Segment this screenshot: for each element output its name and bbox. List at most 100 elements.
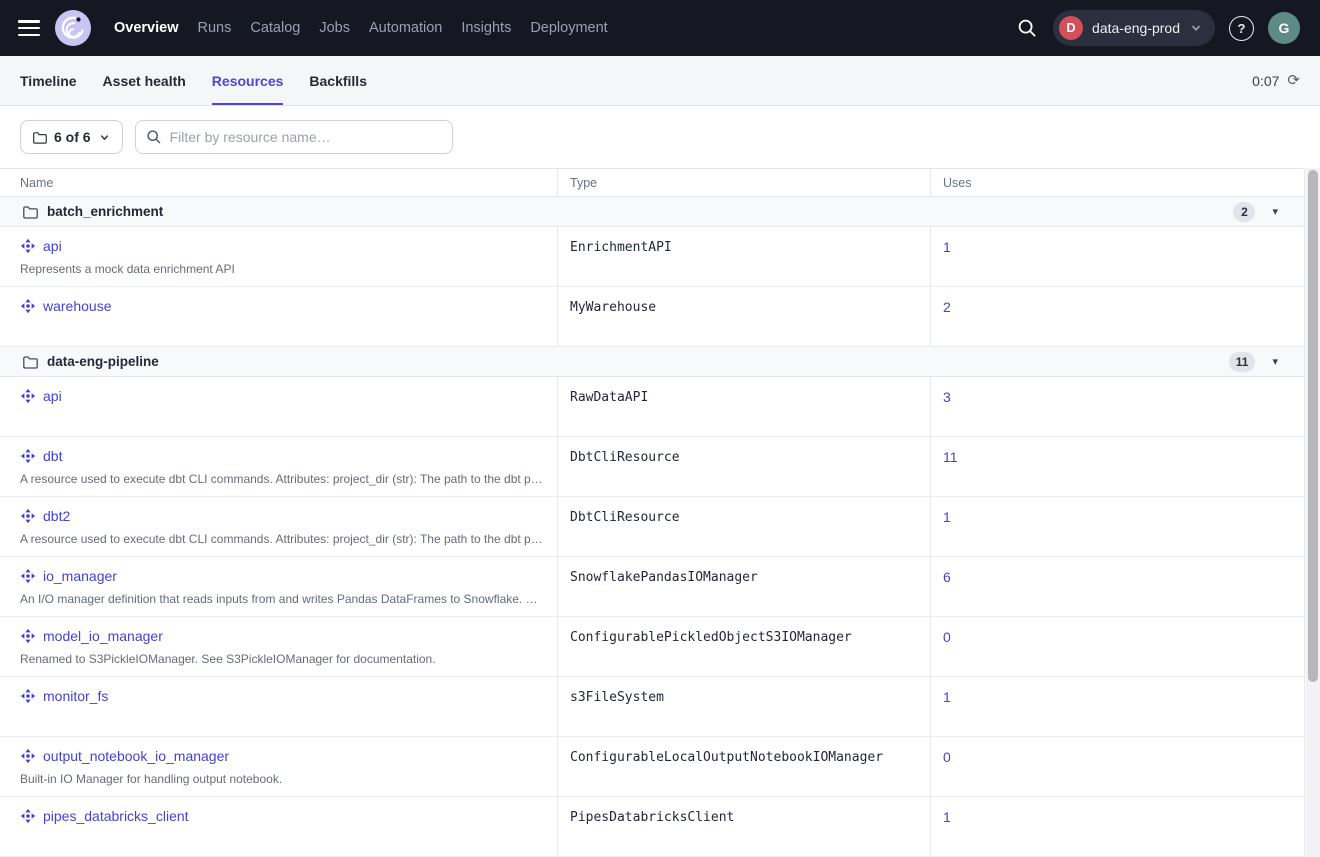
nav-right: D data-eng-prod ? G <box>1015 10 1300 46</box>
resource-uses-link[interactable]: 1 <box>943 689 951 705</box>
code-location-filter-button[interactable]: 6 of 6 <box>20 120 123 154</box>
search-icon[interactable] <box>1015 16 1039 40</box>
table-body: batch_enrichment 2 ▾ api Represents a mo… <box>0 197 1304 857</box>
collapse-caret-icon[interactable]: ▾ <box>1272 206 1278 217</box>
folder-icon <box>22 204 38 220</box>
resource-description: A resource used to execute dbt CLI comma… <box>20 532 545 546</box>
resource-type: ConfigurableLocalOutputNotebookIOManager <box>557 737 930 796</box>
group-count-badge: 2 <box>1233 202 1255 222</box>
resource-search-input[interactable] <box>170 129 442 145</box>
resource-icon <box>20 568 36 584</box>
table-row-model-io-manager[interactable]: model_io_manager Renamed to S3PickleIOMa… <box>0 617 1304 677</box>
resource-icon <box>20 388 36 404</box>
table-row-api[interactable]: api RawDataAPI 3 <box>0 377 1304 437</box>
table-row-api[interactable]: api Represents a mock data enrichment AP… <box>0 227 1304 287</box>
nav-item-deployment[interactable]: Deployment <box>530 20 607 36</box>
resource-icon <box>20 808 36 824</box>
resource-name-link[interactable]: output_notebook_io_manager <box>43 748 229 764</box>
tab-bar-right: 0:07 ⟳ <box>1252 56 1300 105</box>
top-nav: Overview Runs Catalog Jobs Automation Insight… <box>0 0 1320 56</box>
resource-name-link[interactable]: warehouse <box>43 298 112 314</box>
table-row-dbt[interactable]: dbt A resource used to execute dbt CLI c… <box>0 437 1304 497</box>
table-row-warehouse[interactable]: warehouse MyWarehouse 2 <box>0 287 1304 347</box>
resource-name-link[interactable]: model_io_manager <box>43 628 163 644</box>
tab-timeline[interactable]: Timeline <box>20 56 77 105</box>
chevron-down-icon <box>98 131 111 144</box>
resource-type: DbtCliResource <box>557 437 930 496</box>
hamburger-menu-icon[interactable] <box>18 20 42 36</box>
resources-table: Name Type Uses batch_enrichment 2 ▾ api <box>0 168 1305 857</box>
tab-asset-health[interactable]: Asset health <box>103 56 186 105</box>
dagster-logo-icon[interactable] <box>54 9 92 47</box>
resource-uses-link[interactable]: 6 <box>943 569 951 585</box>
resource-uses-link[interactable]: 0 <box>943 629 951 645</box>
resource-type: PipesDatabricksClient <box>557 797 930 856</box>
column-header-type: Type <box>557 169 930 196</box>
resource-type: EnrichmentAPI <box>557 227 930 286</box>
chevron-down-icon <box>1189 21 1203 35</box>
nav-item-automation[interactable]: Automation <box>369 20 442 36</box>
nav-item-runs[interactable]: Runs <box>198 20 232 36</box>
filter-bar: 6 of 6 <box>0 106 1320 168</box>
refresh-icon[interactable]: ⟳ <box>1287 73 1300 88</box>
table-row-output-notebook-io-manager[interactable]: output_notebook_io_manager Built-in IO M… <box>0 737 1304 797</box>
resource-icon <box>20 748 36 764</box>
resource-name-link[interactable]: dbt2 <box>43 508 70 524</box>
group-name: batch_enrichment <box>47 204 163 219</box>
deployment-switcher[interactable]: D data-eng-prod <box>1053 10 1215 46</box>
user-avatar[interactable]: G <box>1268 12 1300 44</box>
resource-description: An I/O manager definition that reads inp… <box>20 592 545 606</box>
main-nav: Overview Runs Catalog Jobs Automation Insight… <box>114 20 608 36</box>
table-header: Name Type Uses <box>0 168 1304 197</box>
group-count-badge: 11 <box>1229 352 1256 372</box>
resource-uses-link[interactable]: 0 <box>943 749 951 765</box>
tab-resources[interactable]: Resources <box>212 56 284 105</box>
resource-uses-link[interactable]: 1 <box>943 239 951 255</box>
resource-type: ConfigurablePickledObjectS3IOManager <box>557 617 930 676</box>
resource-uses-link[interactable]: 11 <box>943 449 958 465</box>
search-icon <box>146 129 162 145</box>
resource-icon <box>20 688 36 704</box>
collapse-caret-icon[interactable]: ▾ <box>1272 356 1278 367</box>
resource-icon <box>20 448 36 464</box>
nav-item-overview[interactable]: Overview <box>114 20 179 36</box>
tab-bar: Timeline Asset health Resources Backfills 0… <box>0 56 1320 106</box>
help-icon[interactable]: ? <box>1229 16 1254 41</box>
resource-icon <box>20 238 36 254</box>
resource-name-link[interactable]: api <box>43 238 62 254</box>
resource-type: DbtCliResource <box>557 497 930 556</box>
resource-uses-link[interactable]: 1 <box>943 509 951 525</box>
group-name: data-eng-pipeline <box>47 354 159 369</box>
resource-name-link[interactable]: api <box>43 388 62 404</box>
scrollbar-track[interactable] <box>1306 168 1320 857</box>
scrollbar-thumb[interactable] <box>1308 170 1318 682</box>
resource-name-link[interactable]: monitor_fs <box>43 688 108 704</box>
resource-uses-link[interactable]: 3 <box>943 389 951 405</box>
resource-icon <box>20 298 36 314</box>
resource-description: Built-in IO Manager for handling output … <box>20 772 545 786</box>
resource-uses-link[interactable]: 1 <box>943 809 951 825</box>
resource-type: MyWarehouse <box>557 287 930 346</box>
group-row-batch-enrichment[interactable]: batch_enrichment 2 ▾ <box>0 197 1304 227</box>
filter-count-label: 6 of 6 <box>54 129 91 145</box>
resource-search-box <box>135 120 453 154</box>
nav-item-insights[interactable]: Insights <box>461 20 511 36</box>
table-row-monitor-fs[interactable]: monitor_fs s3FileSystem 1 <box>0 677 1304 737</box>
nav-item-catalog[interactable]: Catalog <box>250 20 300 36</box>
resource-description: A resource used to execute dbt CLI comma… <box>20 472 545 486</box>
deployment-badge: D <box>1059 16 1083 40</box>
resource-uses-link[interactable]: 2 <box>943 299 951 315</box>
table-row-pipes-databricks-client[interactable]: pipes_databricks_client PipesDatabricksC… <box>0 797 1304 857</box>
nav-item-jobs[interactable]: Jobs <box>319 20 350 36</box>
resource-name-link[interactable]: dbt <box>43 448 62 464</box>
resource-description: Renamed to S3PickleIOManager. See S3Pick… <box>20 652 545 666</box>
table-row-dbt2[interactable]: dbt2 A resource used to execute dbt CLI … <box>0 497 1304 557</box>
group-row-data-eng-pipeline[interactable]: data-eng-pipeline 11 ▾ <box>0 347 1304 377</box>
resource-name-link[interactable]: pipes_databricks_client <box>43 808 189 824</box>
table-row-io-manager[interactable]: io_manager An I/O manager definition tha… <box>0 557 1304 617</box>
resource-type: SnowflakePandasIOManager <box>557 557 930 616</box>
resource-icon <box>20 628 36 644</box>
column-header-uses: Uses <box>930 169 1304 196</box>
tab-backfills[interactable]: Backfills <box>309 56 367 105</box>
resource-name-link[interactable]: io_manager <box>43 568 117 584</box>
